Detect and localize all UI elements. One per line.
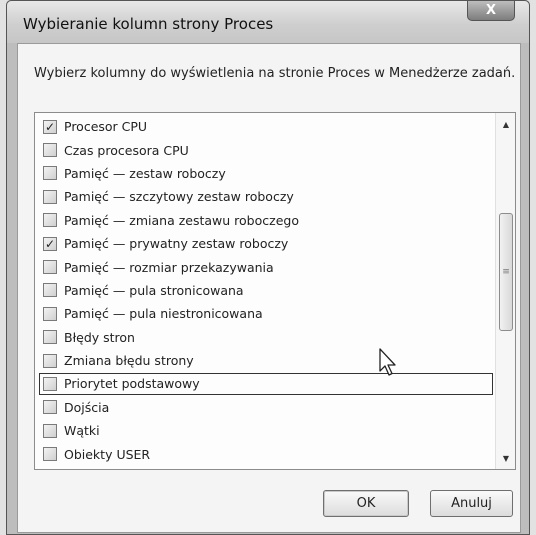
columns-listbox[interactable]: ✓ Procesor CPU Czas procesora CPU Pamięć — … [34,112,516,470]
column-option-label: Błędy stron [64,329,135,345]
column-option-label: Pamięć — zestaw roboczy [64,165,226,181]
dialog-title: Wybieranie kolumn strony Proces [23,15,274,33]
mouse-pointer-icon [379,348,396,376]
column-option-item[interactable]: Dojścia [35,396,495,419]
column-option-item[interactable]: Pamięć — pula stronicowana [35,279,495,302]
column-option-item[interactable]: Pamięć — pula niestronicowana [35,302,495,325]
column-checkbox[interactable]: ✓ [43,119,57,134]
column-checkbox[interactable] [43,143,57,158]
dialog-body: Wybierz kolumny do wyświetlenia na stron… [17,43,521,533]
column-chooser-dialog: Wybieranie kolumn strony Proces X Wybier… [6,0,530,535]
column-option-label: Pamięć — prywatny zestaw roboczy [64,236,289,252]
column-checkbox[interactable] [43,306,57,321]
column-checkbox[interactable] [43,330,57,345]
columns-list: ✓ Procesor CPU Czas procesora CPU Pamięć — … [35,115,495,466]
column-option-item[interactable]: Zmiana błędu strony [35,349,495,372]
column-option-label: Zmiana błędu strony [64,353,194,369]
column-option-item[interactable]: Pamięć — zmiana zestawu roboczego [35,209,495,232]
column-checkbox[interactable] [43,376,57,391]
column-checkbox[interactable] [43,213,57,228]
column-checkbox[interactable] [43,189,57,204]
column-option-item[interactable]: ✓ Pamięć — prywatny zestaw roboczy [35,232,495,255]
column-checkbox[interactable] [43,423,57,438]
column-checkbox[interactable] [43,283,57,298]
scroll-up-icon: ▲ [502,119,510,129]
column-option-label: Dojścia [64,399,110,415]
checkmark-icon: ✓ [44,236,56,251]
column-checkbox[interactable] [43,400,57,415]
column-option-label: Pamięć — rozmiar przekazywania [64,259,274,275]
instruction-text: Wybierz kolumny do wyświetlenia na stron… [34,66,516,81]
ok-button[interactable]: OK [323,490,409,517]
column-option-label: Czas procesora CPU [64,142,189,158]
checkmark-icon: ✓ [44,119,56,134]
column-option-item[interactable]: Wątki [35,419,495,442]
column-option-item[interactable]: ✓ Procesor CPU [35,115,495,138]
close-button[interactable]: X [467,1,515,21]
column-option-item[interactable]: Obiekty USER [35,442,495,465]
scroll-down-button[interactable]: ▼ [496,449,516,467]
column-option-label: Pamięć — szczytowy zestaw roboczy [64,189,294,205]
column-option-label: Obiekty USER [64,446,151,462]
column-option-item[interactable]: Pamięć — szczytowy zestaw roboczy [35,185,495,208]
scroll-down-icon: ▼ [502,453,510,463]
title-bar[interactable]: Wybieranie kolumn strony Proces X [7,1,529,43]
scroll-up-button[interactable]: ▲ [496,115,516,133]
column-checkbox[interactable] [43,353,57,368]
column-option-label: Pamięć — zmiana zestawu roboczego [64,212,299,228]
column-option-label: Procesor CPU [64,119,148,135]
column-option-item[interactable]: Pamięć — zestaw roboczy [35,162,495,185]
column-option-label: Priorytet podstawowy [64,376,200,392]
column-option-label: Pamięć — pula niestronicowana [64,306,263,322]
close-icon: X [485,3,497,18]
column-option-label: Pamięć — pula stronicowana [64,282,244,298]
column-checkbox[interactable]: ✓ [43,236,57,251]
thumb-grip-icon: ≡ [502,267,510,277]
column-checkbox[interactable] [43,260,57,275]
vertical-scrollbar[interactable]: ▲ ≡ ▼ [495,113,515,469]
column-option-item[interactable]: Priorytet podstawowy [35,372,495,395]
column-option-item[interactable]: Pamięć — rozmiar przekazywania [35,255,495,278]
column-option-item[interactable]: Czas procesora CPU [35,138,495,161]
column-option-item[interactable]: Błędy stron [35,326,495,349]
cancel-button[interactable]: Anuluj [430,490,513,517]
column-checkbox[interactable] [43,166,57,181]
column-option-label: Wątki [64,423,100,439]
column-checkbox[interactable] [43,447,57,462]
scroll-thumb[interactable]: ≡ [499,213,513,331]
